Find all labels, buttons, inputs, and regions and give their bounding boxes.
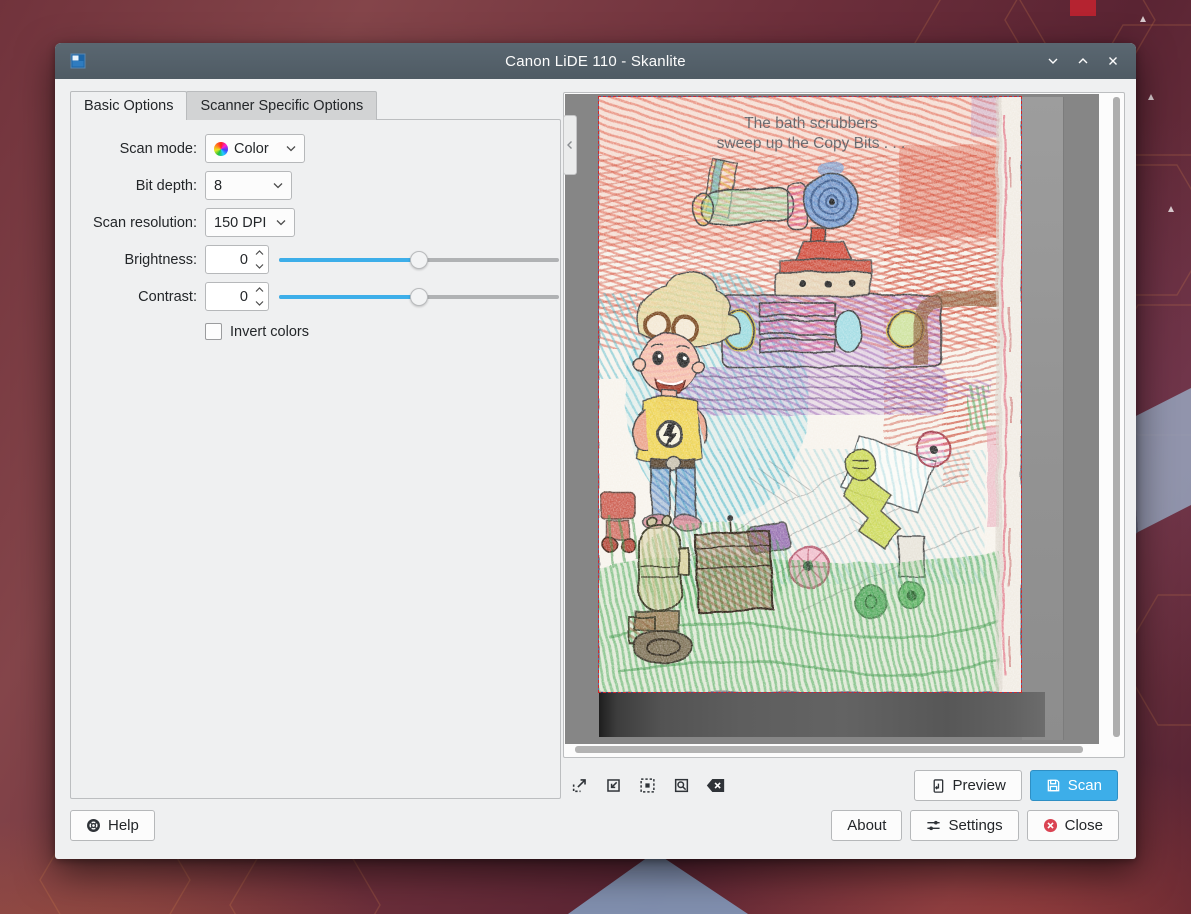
clear-selections-icon[interactable] [704,774,727,797]
contrast-row: Contrast: 0 [79,282,560,311]
brightness-row: Brightness: 0 [79,245,560,274]
bit-depth-value: 8 [214,178,222,194]
document-preview-icon [930,778,945,794]
zoom-in-icon[interactable] [568,774,591,797]
chevron-down-icon [276,219,286,226]
tab-basic-options[interactable]: Basic Options [70,91,187,120]
about-button-label: About [847,817,886,834]
settings-button[interactable]: Settings [910,810,1018,841]
scan-resolution-value: 150 DPI [214,215,266,231]
bit-depth-label: Bit depth: [79,178,197,194]
scan-button-label: Scan [1068,777,1102,794]
skanlite-window: Canon LiDE 110 - Skanlite Basic Options … [55,43,1136,859]
close-button-label: Close [1065,817,1103,834]
bit-depth-row: Bit depth: 8 [79,171,560,200]
scanned-image[interactable]: The bath scrubbers sweep up the Copy Bit… [599,97,1021,692]
preview-vertical-scrollbar[interactable] [1113,97,1120,737]
scan-bed-right-area [1022,97,1064,740]
bit-depth-dropdown[interactable]: 8 [205,171,292,200]
contrast-spinbox[interactable]: 0 [205,282,269,311]
scan-mode-dropdown[interactable]: Color [205,134,305,163]
scan-button[interactable]: Scan [1030,770,1118,801]
basic-options-panel: Scan mode: Color Bit depth: 8 Scan resol… [70,119,561,799]
close-window-button[interactable] [1098,46,1128,76]
brightness-value: 0 [206,246,251,273]
dialog-button-bar: Help About Settings Close [70,810,1119,841]
scan-resolution-dropdown[interactable]: 150 DPI [205,208,295,237]
save-scan-icon [1046,778,1061,793]
tab-scanner-specific-options-label: Scanner Specific Options [200,98,363,114]
preview-button[interactable]: Preview [914,770,1021,801]
maximize-button[interactable] [1068,46,1098,76]
splitter-collapse-handle[interactable] [563,115,577,175]
help-button[interactable]: Help [70,810,155,841]
contrast-slider-handle[interactable] [410,288,428,306]
app-window-icon [70,53,86,69]
invert-colors-label: Invert colors [230,324,309,340]
scan-mode-row: Scan mode: Color [79,134,560,163]
help-button-label: Help [108,817,139,834]
scan-mode-value: Color [234,141,269,157]
preview-button-label: Preview [952,777,1005,794]
close-red-icon [1043,818,1058,833]
close-button[interactable]: Close [1027,810,1119,841]
about-button[interactable]: About [831,810,902,841]
contrast-slider[interactable] [279,288,559,306]
chevron-down-icon [273,182,283,189]
brightness-spin-up[interactable] [251,246,268,260]
options-tabbar: Basic Options Scanner Specific Options [70,91,376,120]
brightness-spinbox[interactable]: 0 [205,245,269,274]
zoom-fit-icon[interactable] [670,774,693,797]
contrast-label: Contrast: [79,289,197,305]
scan-bed-dark-area [599,692,1045,737]
brightness-spin-down[interactable] [251,260,268,274]
tab-basic-options-label: Basic Options [84,98,173,114]
scan-resolution-row: Scan resolution: 150 DPI [79,208,560,237]
minimize-button[interactable] [1038,46,1068,76]
settings-button-label: Settings [948,817,1002,834]
contrast-value: 0 [206,283,251,310]
brightness-slider[interactable] [279,251,559,269]
preview-horizontal-scrollbar[interactable] [575,746,1083,753]
invert-colors-checkbox[interactable] [205,323,222,340]
scan-resolution-label: Scan resolution: [79,215,197,231]
help-buoy-icon [86,818,101,833]
contrast-spin-up[interactable] [251,283,268,297]
chevron-down-icon [286,145,296,152]
color-wheel-icon [214,142,228,156]
zoom-to-selection-icon[interactable] [636,774,659,797]
zoom-out-icon[interactable] [602,774,625,797]
preview-panel: The bath scrubbers sweep up the Copy Bit… [563,92,1125,758]
titlebar[interactable]: Canon LiDE 110 - Skanlite [55,43,1136,79]
preview-toolbar: Preview Scan [568,770,1118,801]
configure-sliders-icon [926,818,941,833]
window-title: Canon LiDE 110 - Skanlite [55,53,1136,70]
brightness-label: Brightness: [79,252,197,268]
contrast-spin-down[interactable] [251,297,268,311]
brightness-slider-handle[interactable] [410,251,428,269]
preview-viewport[interactable]: The bath scrubbers sweep up the Copy Bit… [565,94,1099,744]
invert-colors-row: Invert colors [205,323,560,340]
tab-scanner-specific-options[interactable]: Scanner Specific Options [186,91,377,120]
scan-mode-label: Scan mode: [79,141,197,157]
